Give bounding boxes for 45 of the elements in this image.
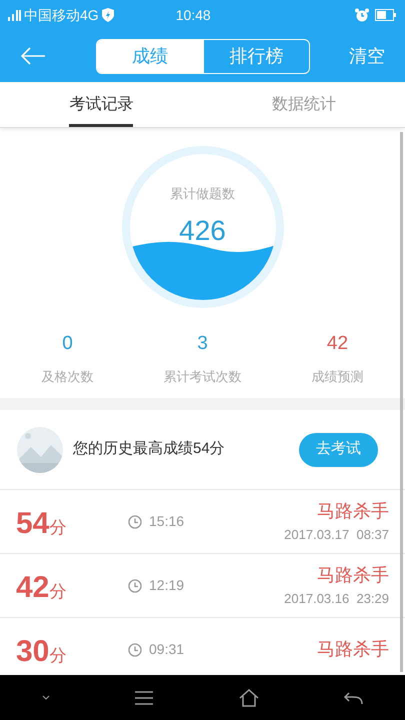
clear-button[interactable]: 清空 [349,42,385,70]
record-title: 马路杀手 [317,638,389,661]
duration-text: 15:16 [149,512,184,531]
stat-label: 累计考试次数 [164,368,242,386]
score-unit: 分 [49,581,66,603]
tab[interactable]: 数据统计 [272,82,336,127]
back-arrow-icon[interactable] [20,47,46,65]
score-unit: 分 [49,518,66,539]
stat-value: 3 [197,332,208,356]
stat-label: 及格次数 [42,368,94,386]
battery-icon [375,9,397,21]
carrier-name: 中国移动4G [24,6,99,24]
duration-text: 09:31 [149,640,184,659]
clock-icon [128,514,142,528]
best-score-text: 您的历史最高成绩54分 [73,439,225,460]
home-icon[interactable] [238,688,259,706]
total-label: 累计做题数 [170,185,235,203]
clock-time: 10:48 [176,6,211,24]
score-unit: 分 [49,645,66,667]
stat-value: 42 [326,332,348,356]
segment-tab[interactable]: 排行榜 [202,40,309,72]
record-title: 马路杀手 [317,500,389,524]
total-count: 426 [179,214,226,248]
clock-icon [128,578,142,592]
shield-icon [102,8,114,22]
record-row[interactable]: 42分 12:19 马路杀手 2017.03.16 23:29 [0,554,405,618]
take-exam-button[interactable]: 去考试 [299,432,378,466]
record-title: 马路杀手 [317,564,389,588]
score-value: 42 [16,570,50,606]
segment-tab[interactable]: 成绩 [97,40,202,72]
signal-icon [8,8,22,22]
stat-label: 成绩预测 [312,368,364,386]
chevron-down-icon[interactable] [42,695,50,700]
clock-icon [128,642,142,656]
menu-icon[interactable] [134,690,154,704]
back-icon[interactable] [342,690,363,704]
score-value: 54 [16,506,50,542]
stat-value: 0 [62,332,73,356]
record-row[interactable]: 54分 15:16 马路杀手 2017.03.17 08:37 [0,490,405,554]
duration-text: 12:19 [149,576,184,595]
record-date: 2017.03.17 08:37 [284,526,389,544]
tab[interactable]: 考试记录 [69,82,134,127]
alarm-icon [355,8,369,22]
record-date: 2017.03.16 23:29 [284,590,389,608]
score-value: 30 [16,634,50,670]
